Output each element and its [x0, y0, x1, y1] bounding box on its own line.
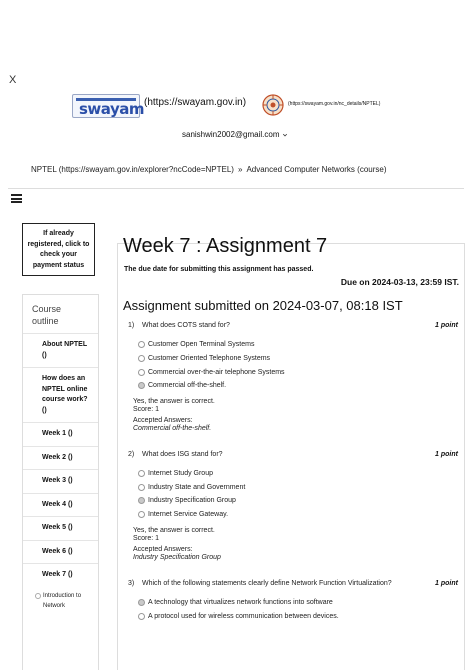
- radio-icon[interactable]: [138, 484, 145, 491]
- question-2-points: 1 point: [435, 451, 458, 458]
- nptel-logo[interactable]: [262, 94, 284, 116]
- sidebar-title: Course outline: [23, 295, 98, 334]
- sidebar-item-week-3[interactable]: Week 3 (): [23, 470, 98, 494]
- check-payment-status-button[interactable]: If already registered, click to check yo…: [22, 223, 95, 276]
- radio-icon[interactable]: [138, 511, 145, 518]
- radio-selected-icon[interactable]: [138, 599, 145, 606]
- q2-option-4[interactable]: Internet Service Gateway.: [138, 511, 228, 518]
- chevron-down-icon: [282, 133, 287, 136]
- question-2: 2) What does ISG stand for?: [128, 451, 223, 458]
- q2-option-1[interactable]: Internet Study Group: [138, 470, 213, 477]
- sidebar-subitem-introduction[interactable]: Introduction to Network: [23, 587, 98, 615]
- breadcrumb-root[interactable]: NPTEL (https://swayam.gov.in/explorer?nc…: [31, 165, 234, 174]
- radio-selected-icon[interactable]: [138, 382, 145, 389]
- course-outline-sidebar: Course outline About NPTEL () How does a…: [22, 294, 99, 670]
- radio-selected-icon[interactable]: [138, 497, 145, 504]
- sidebar-item-how-it-works[interactable]: How does an NPTEL online course work? (): [23, 368, 98, 423]
- q1-option-4[interactable]: Commercial off-the-shelf.: [138, 382, 226, 389]
- user-email: sanishwin2002@gmail.com: [182, 130, 280, 139]
- swayam-link[interactable]: (https://swayam.gov.in): [144, 97, 246, 108]
- radio-icon[interactable]: [138, 470, 145, 477]
- breadcrumb-current[interactable]: Advanced Computer Networks (course): [246, 165, 386, 174]
- sidebar-item-week-1[interactable]: Week 1 (): [23, 423, 98, 447]
- nptel-link[interactable]: (https://swayam.gov.in/nc_details/NPTEL): [288, 101, 380, 107]
- unit-status-icon: [35, 592, 41, 599]
- sidebar-item-week-5[interactable]: Week 5 (): [23, 517, 98, 541]
- page-title: Week 7 : Assignment 7: [123, 235, 328, 257]
- q1-option-2[interactable]: Customer Oriented Telephone Systems: [138, 355, 270, 362]
- q2-option-3[interactable]: Industry Specification Group: [138, 497, 236, 504]
- divider: [8, 188, 464, 189]
- question-1-points: 1 point: [435, 322, 458, 329]
- user-menu[interactable]: sanishwin2002@gmail.com: [182, 130, 288, 139]
- due-date: Due on 2024-03-13, 23:59 IST.: [340, 277, 459, 287]
- q2-feedback: Yes, the answer is correct. Score: 1 Acc…: [133, 527, 221, 561]
- submission-status: Assignment submitted on 2024-03-07, 08:1…: [123, 298, 403, 313]
- sidebar-item-week-4[interactable]: Week 4 (): [23, 494, 98, 517]
- sidebar-subitem-label: Introduction to Network: [43, 592, 82, 609]
- question-3-points: 1 point: [435, 580, 458, 587]
- due-passed-notice: The due date for submitting this assignm…: [124, 266, 314, 273]
- radio-icon[interactable]: [138, 369, 145, 376]
- q1-option-3[interactable]: Commercial over-the-air telephone System…: [138, 369, 285, 376]
- swayam-logo[interactable]: swayam: [72, 94, 144, 118]
- close-icon[interactable]: X: [9, 74, 16, 86]
- sidebar-item-week-6[interactable]: Week 6 (): [23, 541, 98, 564]
- q2-option-2[interactable]: Industry State and Government: [138, 484, 245, 491]
- hamburger-menu-icon[interactable]: [11, 194, 22, 203]
- swayam-logo-text: swayam: [79, 100, 144, 118]
- sidebar-item-week-2[interactable]: Week 2 (): [23, 447, 98, 470]
- breadcrumb: NPTEL (https://swayam.gov.in/explorer?nc…: [31, 165, 387, 174]
- sidebar-item-about[interactable]: About NPTEL (): [23, 334, 98, 368]
- q3-option-1[interactable]: A technology that virtualizes network fu…: [138, 599, 333, 606]
- q1-feedback: Yes, the answer is correct. Score: 1 Acc…: [133, 398, 215, 432]
- radio-icon[interactable]: [138, 355, 145, 362]
- breadcrumb-separator: »: [237, 165, 243, 174]
- q1-option-1[interactable]: Customer Open Terminal Systems: [138, 341, 254, 348]
- radio-icon[interactable]: [138, 341, 145, 348]
- sidebar-item-week-7[interactable]: Week 7 (): [23, 564, 98, 587]
- radio-icon[interactable]: [138, 613, 145, 620]
- question-1: 1) What does COTS stand for?: [128, 322, 230, 329]
- q3-option-2[interactable]: A protocol used for wireless communicati…: [138, 613, 339, 620]
- question-3: 3) Which of the following statements clea…: [128, 580, 392, 587]
